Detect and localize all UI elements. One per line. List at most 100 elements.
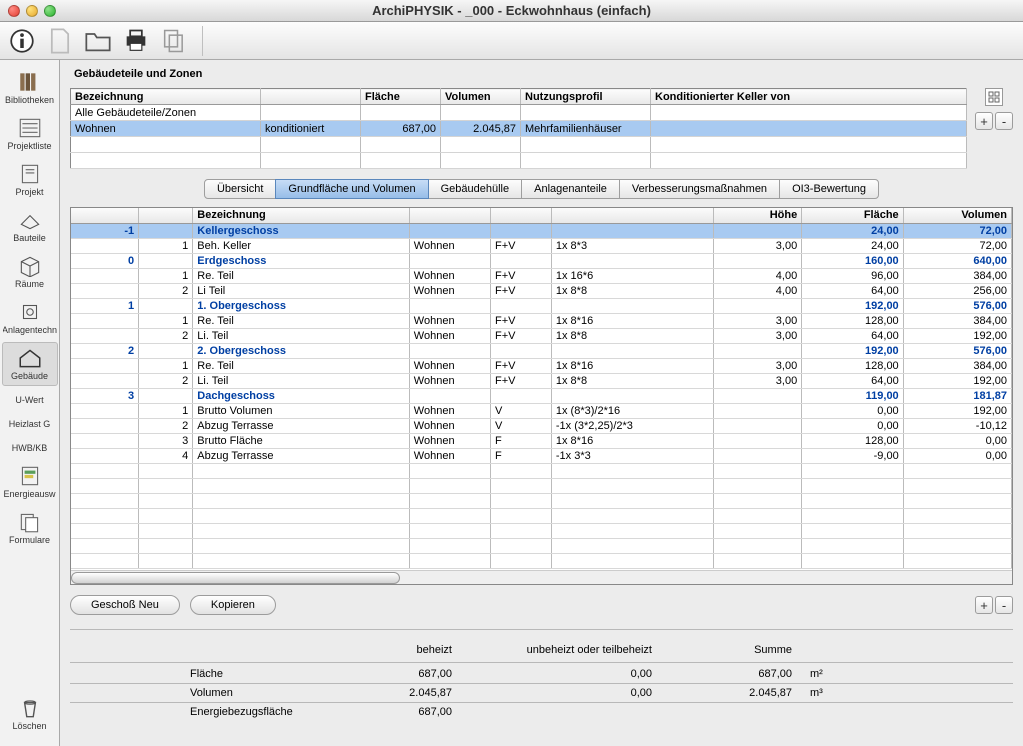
detail-remove-button[interactable]: - (995, 596, 1013, 614)
detail-row[interactable]: 1Beh. KellerWohnenF+V1x 8*33,0024,0072,0… (71, 238, 1012, 253)
col-nutzungsprofil[interactable]: Nutzungsprofil (521, 89, 651, 105)
tab[interactable]: Gebäudehülle (428, 179, 523, 199)
detail-row[interactable] (71, 553, 1012, 568)
col-sub[interactable] (139, 208, 193, 223)
sidebar-item-heizlast[interactable]: Heizlast G (2, 412, 58, 434)
detail-row[interactable] (71, 478, 1012, 493)
sidebar-item-label: U-Wert (15, 395, 43, 405)
sidebar-item-raeume[interactable]: Räume (2, 250, 58, 294)
sidebar-item-energieausweis[interactable]: Energieausw (2, 460, 58, 504)
detail-row[interactable] (71, 508, 1012, 523)
col-typ[interactable] (490, 208, 551, 223)
level-row[interactable]: 3Dachgeschoss119,00181,87 (71, 388, 1012, 403)
col-keller[interactable]: Konditionierter Keller von (651, 89, 967, 105)
col-nr[interactable] (71, 208, 139, 223)
level-row[interactable]: 11. Obergeschoss192,00576,00 (71, 298, 1012, 313)
tabs: ÜbersichtGrundfläche und VolumenGebäudeh… (70, 179, 1013, 199)
main-content: Gebäudeteile und Zonen Bezeichnung Fläch… (60, 60, 1023, 746)
print-icon[interactable] (122, 27, 150, 55)
zone-row[interactable]: Wohnenkonditioniert687,002.045,87Mehrfam… (71, 121, 967, 137)
col-volumen[interactable]: Volumen (441, 89, 521, 105)
copy-doc-icon[interactable] (160, 27, 188, 55)
tab[interactable]: Übersicht (204, 179, 276, 199)
col-blank[interactable] (261, 89, 361, 105)
sidebar-item-label: Gebäude (11, 371, 48, 381)
tab[interactable]: OI3-Bewertung (779, 179, 879, 199)
sidebar-item-label: Heizlast G (9, 419, 51, 429)
sidebar-item-gebaeude[interactable]: Gebäude (2, 342, 58, 386)
col-formel[interactable] (551, 208, 713, 223)
sidebar-item-projektliste[interactable]: Projektliste (2, 112, 58, 156)
detail-table-container: Bezeichnung Höhe Fläche Volumen -1Keller… (70, 207, 1013, 585)
sidebar-item-label: Räume (15, 279, 44, 289)
summary-row: Energiebezugsfläche687,00 (110, 703, 1013, 721)
zone-row[interactable] (71, 137, 967, 153)
sidebar-item-hwbkb[interactable]: HWB/KB (2, 436, 58, 458)
zone-remove-button[interactable]: - (995, 112, 1013, 130)
detail-row[interactable]: 2Li. TeilWohnenF+V1x 8*83,0064,00192,00 (71, 328, 1012, 343)
sidebar-item-label: Löschen (12, 721, 46, 731)
titlebar: ArchiPHYSIK - _000 - Eckwohnhaus (einfac… (0, 0, 1023, 22)
sidebar-item-anlagentechnik[interactable]: Anlagentechn (2, 296, 58, 340)
new-doc-icon[interactable] (46, 27, 74, 55)
detail-row[interactable]: 1Re. TeilWohnenF+V1x 8*163,00128,00384,0… (71, 313, 1012, 328)
detail-row[interactable]: 2Abzug TerrasseWohnenV-1x (3*2,25)/2*30,… (71, 418, 1012, 433)
grid-icon[interactable] (985, 88, 1003, 106)
horizontal-scrollbar[interactable] (71, 570, 1012, 584)
detail-row[interactable]: 2Li TeilWohnenF+V1x 8*84,0064,00256,00 (71, 283, 1012, 298)
toolbar (0, 22, 1023, 60)
tab[interactable]: Verbesserungsmaßnahmen (619, 179, 780, 199)
detail-row[interactable]: 2Li. TeilWohnenF+V1x 8*83,0064,00192,00 (71, 373, 1012, 388)
divider (70, 629, 1013, 630)
detail-row[interactable]: 1Re. TeilWohnenF+V1x 16*64,0096,00384,00 (71, 268, 1012, 283)
level-row[interactable]: 0Erdgeschoss160,00640,00 (71, 253, 1012, 268)
zone-row[interactable] (71, 153, 967, 169)
col-volumen[interactable]: Volumen (903, 208, 1011, 223)
sidebar-item-uwert[interactable]: U-Wert (2, 388, 58, 410)
detail-row[interactable]: 3Brutto FlächeWohnenF1x 8*16128,000,00 (71, 433, 1012, 448)
col-flaeche[interactable]: Fläche (361, 89, 441, 105)
detail-row[interactable] (71, 523, 1012, 538)
sidebar-item-bibliotheken[interactable]: Bibliotheken (2, 66, 58, 110)
level-row[interactable]: 22. Obergeschoss192,00576,00 (71, 343, 1012, 358)
open-folder-icon[interactable] (84, 27, 112, 55)
sidebar-item-projekt[interactable]: Projekt (2, 158, 58, 202)
scroll-thumb[interactable] (71, 572, 400, 584)
zone-row[interactable]: Alle Gebäudeteile/Zonen (71, 105, 967, 121)
summary-col-beheizt: beheizt (350, 644, 470, 656)
col-hoehe[interactable]: Höhe (714, 208, 802, 223)
detail-row[interactable] (71, 538, 1012, 553)
summary-row: Fläche687,000,00687,00m² (110, 665, 1013, 683)
zone-add-button[interactable]: + (975, 112, 993, 130)
detail-row[interactable]: 1Brutto VolumenWohnenV1x (8*3)/2*160,001… (71, 403, 1012, 418)
detail-table[interactable]: Bezeichnung Höhe Fläche Volumen -1Keller… (71, 208, 1012, 569)
tab[interactable]: Grundfläche und Volumen (275, 179, 428, 199)
geschoss-neu-button[interactable]: Geschoß Neu (70, 595, 180, 615)
sidebar-item-formulare[interactable]: Formulare (2, 506, 58, 550)
col-zone[interactable] (409, 208, 490, 223)
zones-section-title: Gebäudeteile und Zonen (74, 68, 1013, 80)
kopieren-button[interactable]: Kopieren (190, 595, 276, 615)
detail-header-row: Bezeichnung Höhe Fläche Volumen (71, 208, 1012, 223)
col-bezeichnung[interactable]: Bezeichnung (71, 89, 261, 105)
detail-row[interactable] (71, 463, 1012, 478)
detail-row[interactable]: 1Re. TeilWohnenF+V1x 8*163,00128,00384,0… (71, 358, 1012, 373)
col-flaeche[interactable]: Fläche (802, 208, 903, 223)
sidebar-item-bauteile[interactable]: Bauteile (2, 204, 58, 248)
tab[interactable]: Anlagenanteile (521, 179, 620, 199)
detail-add-button[interactable]: + (975, 596, 993, 614)
zones-table[interactable]: Bezeichnung Fläche Volumen Nutzungsprofi… (70, 88, 967, 169)
col-bezeichnung[interactable]: Bezeichnung (193, 208, 410, 223)
toolbar-separator (202, 26, 203, 56)
info-icon[interactable] (8, 27, 36, 55)
sidebar: Bibliotheken Projektliste Projekt Bautei… (0, 60, 60, 746)
summary-col-unbeheizt: unbeheizt oder teilbeheizt (470, 644, 670, 656)
level-row[interactable]: -1Kellergeschoss24,0072,00 (71, 223, 1012, 238)
sidebar-item-label: Projekt (15, 187, 43, 197)
sidebar-item-loeschen[interactable]: Löschen (2, 692, 58, 736)
sidebar-item-label: Bauteile (13, 233, 46, 243)
detail-buttons: Geschoß Neu Kopieren + - (70, 595, 1013, 615)
detail-row[interactable] (71, 493, 1012, 508)
detail-row[interactable]: 4Abzug TerrasseWohnenF-1x 3*3-9,000,00 (71, 448, 1012, 463)
window-title: ArchiPHYSIK - _000 - Eckwohnhaus (einfac… (0, 3, 1023, 18)
